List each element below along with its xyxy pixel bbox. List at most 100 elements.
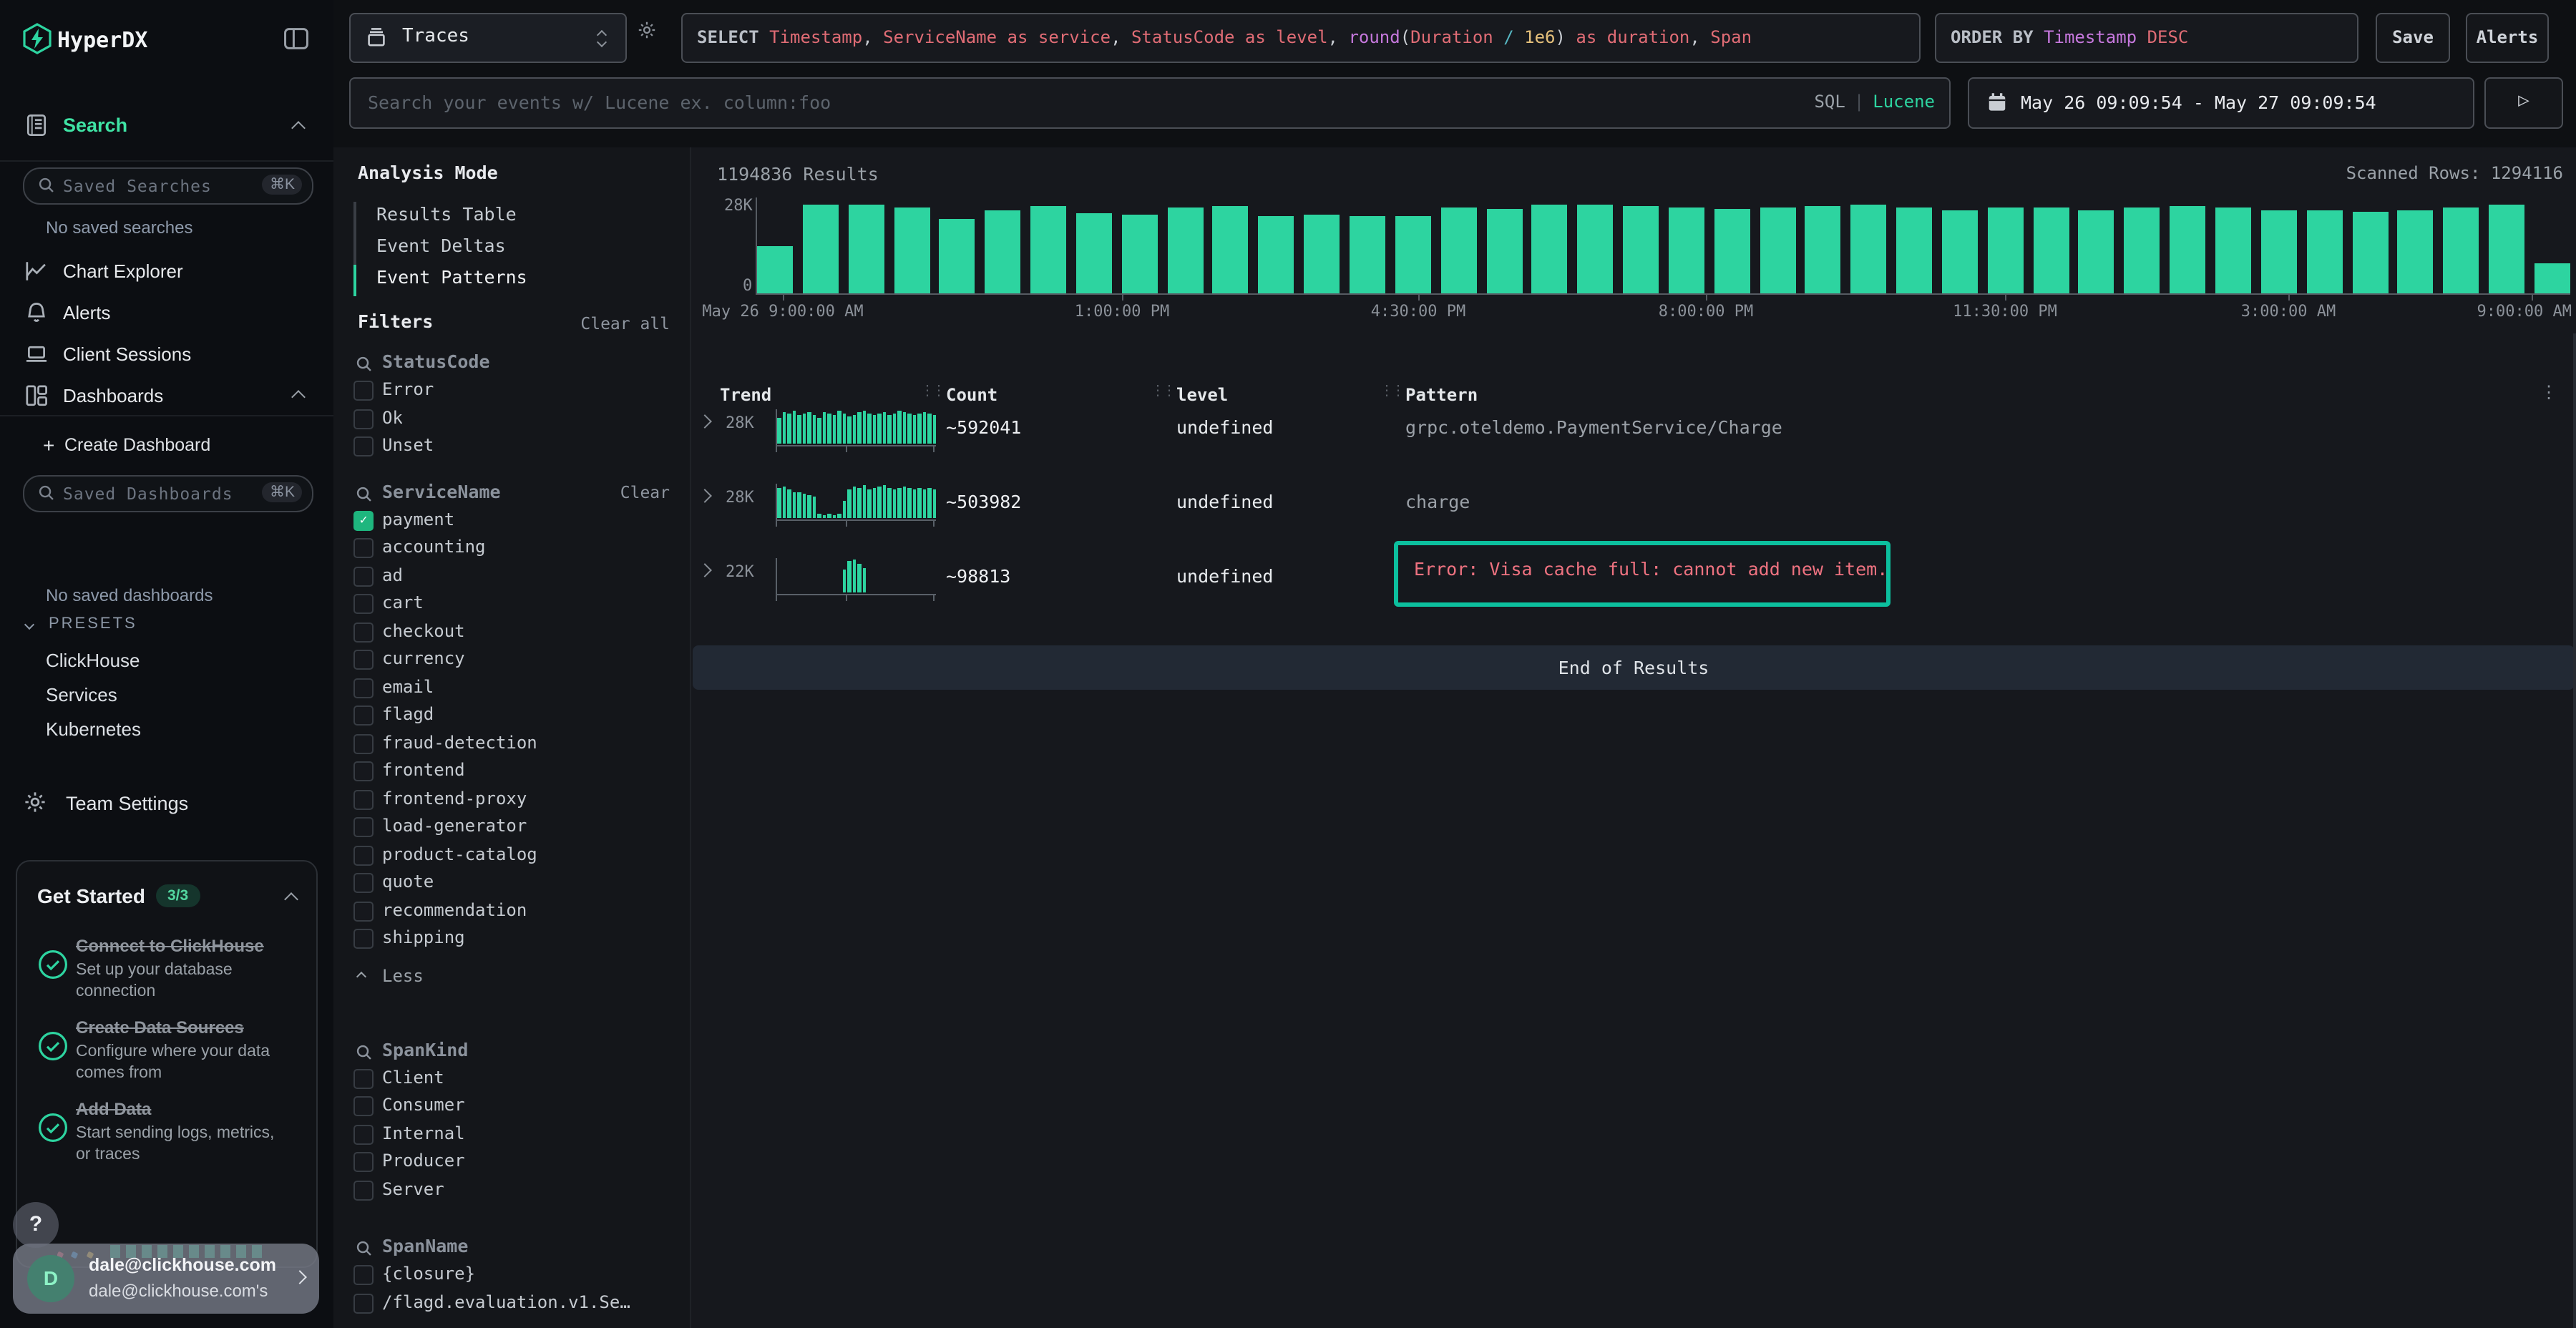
search-icon[interactable] (355, 352, 374, 371)
search-icon[interactable] (355, 1236, 374, 1255)
sidebar-item-alerts[interactable]: Alerts (0, 293, 333, 335)
save-button[interactable]: Save (2376, 13, 2450, 63)
sidebar-item-client-sessions[interactable]: Client Sessions (0, 335, 333, 376)
column-trend[interactable]: Trend (720, 385, 771, 405)
clear-button[interactable]: Clear (620, 482, 670, 502)
filter-option[interactable]: Unset (333, 432, 690, 460)
lucene-toggle[interactable]: Lucene (1873, 92, 1935, 112)
filter-option[interactable]: checkout (333, 617, 690, 645)
expand-chevron-icon[interactable] (698, 563, 712, 577)
filter-option[interactable]: accounting (333, 534, 690, 562)
drag-handle-icon[interactable]: ⋮⋮ (1151, 384, 1174, 399)
checkbox[interactable] (353, 1152, 374, 1172)
chevron-up-icon[interactable] (291, 121, 306, 135)
filter-option[interactable]: email (333, 673, 690, 701)
filter-option[interactable]: currency (333, 645, 690, 673)
order-by-input[interactable]: ORDER BY Timestamp DESC (1935, 13, 2358, 63)
table-row[interactable]: 22K~98813undefinedError: Visa cache full… (691, 554, 2576, 628)
get-started-header[interactable]: Get Started 3/3 (17, 873, 316, 922)
filter-option[interactable]: Error (333, 376, 690, 404)
search-icon[interactable] (355, 482, 374, 500)
drag-handle-icon[interactable]: ⋮⋮ (920, 384, 943, 399)
checkbox[interactable] (353, 409, 374, 429)
expand-chevron-icon[interactable] (698, 489, 712, 503)
checkbox[interactable] (353, 594, 374, 614)
source-selector[interactable]: Traces (349, 13, 627, 63)
chevron-up-icon[interactable] (284, 892, 298, 907)
saved-dashboards-input[interactable]: Saved Dashboards ⌘K (23, 475, 313, 512)
checkbox[interactable] (353, 817, 374, 837)
checkbox[interactable] (353, 678, 374, 698)
checkbox[interactable] (353, 733, 374, 753)
checkbox[interactable] (353, 538, 374, 558)
chevron-up-icon[interactable] (291, 390, 306, 404)
checkbox[interactable] (353, 1068, 374, 1088)
filter-option[interactable]: ✓payment (333, 506, 690, 534)
filter-option[interactable]: frontend-proxy (333, 785, 690, 813)
filter-option[interactable]: fraud-detection (333, 729, 690, 757)
lucene-search-input[interactable]: Search your events w/ Lucene ex. column:… (349, 77, 1951, 129)
checkbox[interactable] (353, 436, 374, 456)
sidebar-item-team-settings[interactable]: Team Settings (0, 787, 333, 824)
checkbox[interactable] (353, 901, 374, 921)
time-range-picker[interactable]: May 26 09:09:54 - May 27 09:09:54 (1968, 77, 2474, 129)
checkbox[interactable] (353, 706, 374, 726)
preset-item-clickhouse[interactable]: ClickHouse (0, 644, 333, 678)
sidebar-item-chart-explorer[interactable]: Chart Explorer (0, 252, 333, 293)
user-menu[interactable]: D dale@clickhouse.com dale@clickhouse.co… (13, 1244, 319, 1314)
saved-searches-input[interactable]: Saved Searches ⌘K (23, 167, 313, 205)
checkbox[interactable] (353, 1124, 374, 1144)
checkbox[interactable] (353, 761, 374, 781)
filter-option[interactable]: Consumer (333, 1092, 690, 1120)
results-histogram[interactable]: 28K 0 May 26 9:00:00 AM1:00:00 PM4:30:00… (691, 190, 2576, 322)
checkbox[interactable] (353, 650, 374, 670)
checkbox[interactable] (353, 845, 374, 865)
checkbox[interactable] (353, 566, 374, 586)
filter-option[interactable]: ad (333, 562, 690, 590)
filter-option[interactable]: shipping (333, 924, 690, 952)
table-menu-icon[interactable]: ⋮ (2540, 382, 2557, 402)
checkbox[interactable] (353, 789, 374, 809)
highlighted-error-pattern[interactable]: Error: Visa cache full: cannot add new i… (1394, 541, 1890, 607)
create-dashboard-button[interactable]: + Create Dashboard (0, 429, 333, 461)
checkbox[interactable] (353, 1096, 374, 1116)
filter-option[interactable]: Ok (333, 404, 690, 432)
mode-event-deltas[interactable]: Event Deltas (333, 230, 690, 262)
mode-event-patterns[interactable]: Event Patterns (333, 262, 690, 293)
language-toggle[interactable]: SQL|Lucene (1814, 92, 1935, 112)
search-icon[interactable] (355, 1040, 374, 1058)
checkbox[interactable] (353, 622, 374, 642)
table-row[interactable]: 28K~592041undefinedgrpc.oteldemo.Payment… (691, 405, 2576, 479)
drag-handle-icon[interactable]: ⋮⋮ (1380, 384, 1402, 399)
filter-option[interactable]: recommendation (333, 897, 690, 924)
sidebar-item-search[interactable]: Search (0, 109, 333, 146)
filter-option[interactable]: Internal (333, 1120, 690, 1148)
clear-all-button[interactable]: Clear all (580, 313, 670, 333)
get-started-item[interactable]: Add DataStart sending logs, metrics, or … (37, 1099, 296, 1166)
sidebar-item-dashboards[interactable]: Dashboards (0, 376, 333, 418)
mode-results-table[interactable]: Results Table (333, 199, 690, 230)
scrollbar[interactable] (2573, 333, 2576, 1328)
filter-option[interactable]: Producer (333, 1148, 690, 1176)
run-query-button[interactable]: ▷ (2484, 77, 2563, 129)
filter-option[interactable]: product-catalog (333, 841, 690, 869)
sidebar-collapse-icon[interactable] (283, 27, 309, 50)
checkbox[interactable] (353, 1265, 374, 1285)
get-started-item[interactable]: Connect to ClickHouseSet up your databas… (37, 936, 296, 1003)
filter-option[interactable]: Client (333, 1064, 690, 1092)
filter-option[interactable]: cart (333, 590, 690, 617)
filter-option[interactable]: quote (333, 869, 690, 897)
preset-item-services[interactable]: Services (0, 678, 333, 713)
filter-option[interactable]: frontend (333, 757, 690, 785)
filter-option[interactable]: /flagd.evaluation.v1.Se… (333, 1289, 690, 1317)
filter-option[interactable]: Server (333, 1176, 690, 1204)
checkbox-checked[interactable]: ✓ (353, 510, 374, 530)
filter-option[interactable]: load-generator (333, 813, 690, 841)
alerts-button[interactable]: Alerts (2466, 13, 2549, 63)
filter-option[interactable]: {closure} (333, 1261, 690, 1289)
column-count[interactable]: Count (946, 385, 997, 405)
column-pattern[interactable]: Pattern (1405, 385, 1478, 405)
checkbox[interactable] (353, 381, 374, 401)
get-started-item[interactable]: Create Data SourcesConfigure where your … (37, 1017, 296, 1085)
column-level[interactable]: level (1176, 385, 1228, 405)
